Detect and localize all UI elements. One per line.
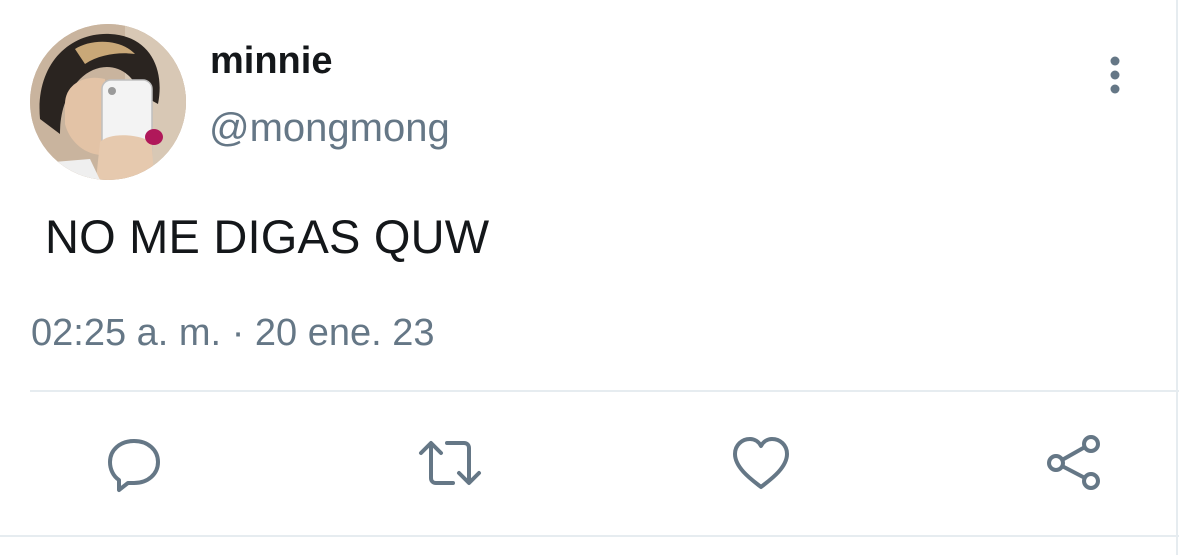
more-vertical-icon [1110,56,1120,94]
avatar-image [30,24,186,180]
tweet-timestamp[interactable]: 02:25 a. m. · 20 ene. 23 [31,310,435,356]
avatar[interactable] [30,24,186,180]
heart-icon [733,437,789,489]
tweet-text: NO ME DIGAS QUW [45,210,490,263]
display-name[interactable]: minnie [210,38,332,84]
like-button[interactable] [731,433,791,493]
bottom-divider [0,535,1179,537]
share-button[interactable] [1044,433,1104,493]
retweet-icon [419,441,481,485]
tweet-date: 20 ene. 23 [254,312,435,354]
reply-button[interactable] [104,433,164,493]
user-handle[interactable]: @mongmong [209,104,450,152]
retweet-button[interactable] [417,433,481,493]
meta-separator: · [231,312,245,354]
divider [30,390,1179,392]
tweet-card: minnie @mongmong NO ME DIGAS QUW 02:25 a… [0,0,1179,555]
share-icon [1047,435,1100,490]
tweet-time: 02:25 a. m. [31,312,222,354]
right-border [1176,0,1178,555]
more-options-button[interactable] [1096,52,1134,100]
reply-icon [108,439,160,492]
